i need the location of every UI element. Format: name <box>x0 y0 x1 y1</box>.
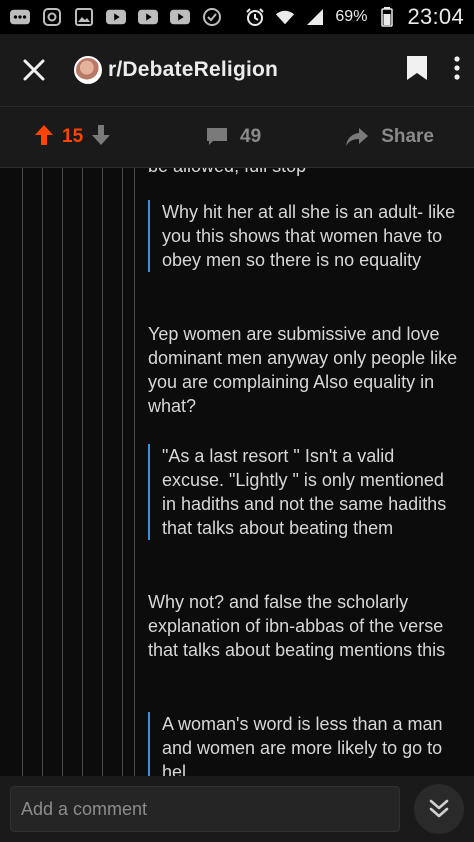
youtube-icon <box>138 8 158 26</box>
more-vertical-icon <box>454 55 460 80</box>
comments-button[interactable]: 49 <box>206 126 261 148</box>
more-dots-icon <box>10 8 30 26</box>
block-quote: "As a last resort " Isn't a valid excuse… <box>148 444 460 540</box>
close-button[interactable] <box>14 50 54 90</box>
thread-depth-line[interactable] <box>134 168 135 776</box>
thread-depth-line[interactable] <box>22 168 23 776</box>
instagram-icon <box>42 8 62 26</box>
share-arrow-icon <box>346 128 369 146</box>
comment-paragraph: Why not? and false the scholarly explana… <box>148 592 446 660</box>
thread-depth-line[interactable] <box>82 168 83 776</box>
vote-group: 15 <box>0 124 160 151</box>
app-header: r/DebateReligion <box>0 34 474 106</box>
signal-icon <box>305 8 325 26</box>
comment-composer <box>0 776 474 842</box>
youtube-icon <box>170 8 190 26</box>
post-actions-bar: 15 49 Share <box>0 106 474 168</box>
thread-depth-line[interactable] <box>102 168 103 776</box>
bookmark-icon <box>407 55 427 80</box>
close-icon <box>23 59 45 81</box>
bookmark-button[interactable] <box>406 55 428 86</box>
add-comment-input[interactable] <box>10 786 400 832</box>
share-button[interactable]: Share <box>345 126 474 148</box>
check-circle-icon <box>202 8 222 26</box>
double-chevron-down-icon <box>429 799 449 818</box>
alarm-icon <box>245 8 265 26</box>
comment-bubble-icon <box>207 128 227 145</box>
upvote-button[interactable] <box>34 124 54 151</box>
comment-thread[interactable]: be allowed, full stop Why hit her at all… <box>0 168 474 776</box>
comments-count: 49 <box>240 126 262 147</box>
downvote-button[interactable] <box>91 124 111 151</box>
wifi-icon <box>275 8 295 26</box>
jump-to-next-button[interactable] <box>414 784 464 834</box>
status-bar: 69% 23:04 <box>0 0 474 34</box>
notification-icons <box>10 8 222 26</box>
block-quote: A woman's word is less than a man and wo… <box>148 712 460 776</box>
subreddit-avatar[interactable] <box>74 56 102 84</box>
battery-icon <box>377 7 397 27</box>
battery-percent: 69% <box>335 8 368 25</box>
youtube-icon <box>106 8 126 26</box>
vote-score: 15 <box>62 126 84 147</box>
subreddit-name[interactable]: r/DebateReligion <box>108 58 278 82</box>
clock: 23:04 <box>407 4 464 29</box>
upvote-arrow-icon <box>35 124 53 145</box>
downvote-arrow-icon <box>92 124 111 145</box>
block-quote: Why hit her at all she is an adult- like… <box>148 200 460 272</box>
more-options-button[interactable] <box>454 55 460 85</box>
share-label: Share <box>381 126 434 147</box>
thread-depth-line[interactable] <box>42 168 43 776</box>
thread-depth-line[interactable] <box>122 168 123 776</box>
comment-paragraph: Yep women are submissive and love domina… <box>148 324 458 416</box>
gallery-icon <box>74 8 94 26</box>
thread-depth-line[interactable] <box>62 168 63 776</box>
comment-text-cut: be allowed, full stop <box>148 168 306 177</box>
